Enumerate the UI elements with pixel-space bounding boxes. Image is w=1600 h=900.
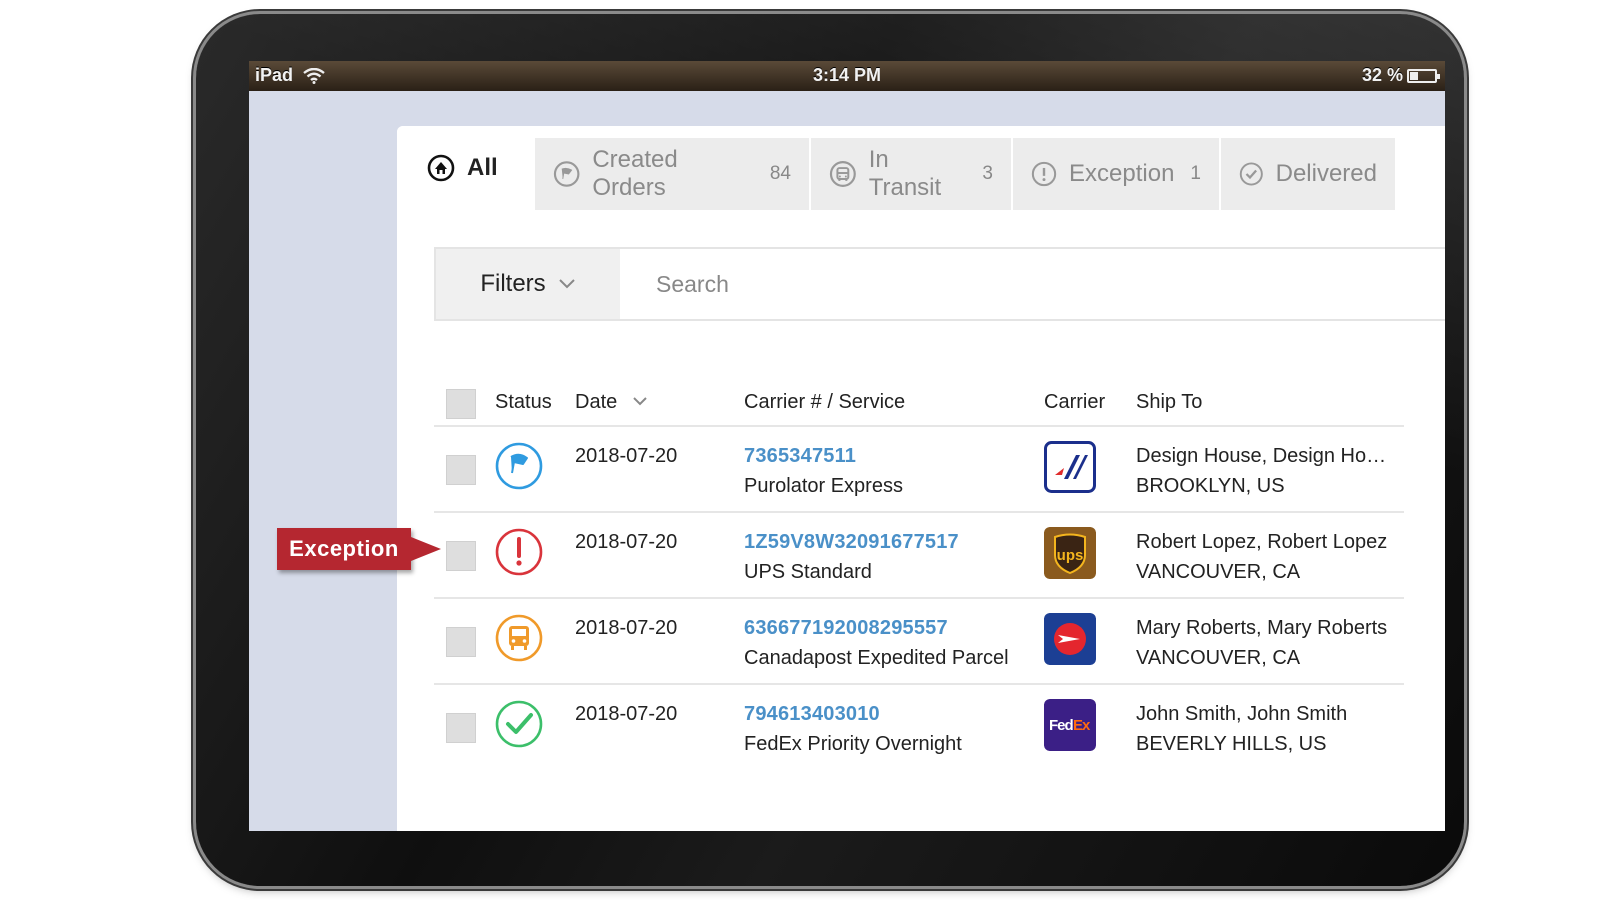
tab-exception-count: 1 — [1190, 163, 1201, 184]
header-date[interactable]: Date — [575, 391, 617, 414]
tab-created-orders-count: 84 — [769, 163, 791, 184]
tab-delivered-label: Delivered — [1275, 160, 1377, 187]
flag-circle-icon — [553, 161, 580, 187]
row-date: 2018-07-20 — [575, 617, 678, 639]
tab-in-transit[interactable]: In Transit 3 — [809, 138, 1011, 210]
row-service: UPS Standard — [744, 561, 872, 583]
ship-to-name: Mary Roberts, Mary Roberts — [1136, 617, 1388, 639]
clock: 3:14 PM — [812, 65, 882, 85]
ship-to-name: John Smith, John Smith — [1136, 703, 1348, 725]
status-tabs: All Created Orders 84 In Transit 3 Excep… — [397, 126, 1395, 210]
tab-created-orders[interactable]: Created Orders 84 — [533, 138, 809, 210]
ship-to-location: BROOKLYN, US — [1136, 475, 1285, 497]
callout-arrow — [411, 537, 441, 561]
tab-created-orders-label: Created Orders — [592, 146, 678, 201]
header-ship-to: Ship To — [1136, 391, 1203, 413]
in-transit-bus-icon — [495, 614, 543, 662]
svg-text:ups: ups — [1057, 547, 1084, 564]
table-row[interactable]: 2018-07-20 794613403010 FedEx Priority O… — [434, 685, 1404, 771]
svg-text:Fed: Fed — [1049, 717, 1074, 734]
header-carrier: Carrier — [1044, 391, 1106, 413]
created-flag-icon — [495, 442, 543, 490]
tab-in-transit-label: In Transit — [868, 146, 942, 201]
fedex-logo: Fed Ex — [1044, 699, 1096, 751]
delivered-check-icon — [495, 700, 543, 748]
ship-to-location: VANCOUVER, CA — [1136, 647, 1301, 669]
row-checkbox[interactable] — [446, 455, 476, 485]
select-all-checkbox[interactable] — [446, 389, 476, 419]
tracking-link[interactable]: 636677192008295557 — [744, 617, 948, 640]
row-checkbox[interactable] — [446, 541, 476, 571]
table-header: Status Date Carrier # / Service Carrier … — [434, 381, 1404, 427]
tracking-link[interactable]: 7365347511 — [744, 445, 856, 468]
home-icon — [427, 154, 455, 182]
battery-icon — [1407, 68, 1440, 83]
ios-status-bar: iPad 3:14 PM 32 % — [249, 61, 1445, 91]
table-row[interactable]: 2018-07-20 1Z59V8W32091677517 UPS Standa… — [434, 513, 1404, 599]
row-service: FedEx Priority Overnight — [744, 733, 962, 755]
table-row[interactable]: 2018-07-20 7365347511 Purolator Express … — [434, 427, 1404, 513]
row-service: Canadapost Expedited Parcel — [744, 647, 1009, 669]
row-date: 2018-07-20 — [575, 703, 678, 725]
filters-dropdown[interactable]: Filters — [436, 249, 620, 319]
battery-level — [1410, 71, 1419, 80]
exception-icon — [495, 528, 543, 576]
table-row[interactable]: 2018-07-20 636677192008295557 Canadapost… — [434, 599, 1404, 685]
check-circle-icon — [1239, 162, 1263, 186]
ship-to-location: VANCOUVER, CA — [1136, 561, 1301, 583]
row-date: 2018-07-20 — [575, 531, 678, 553]
ups-logo: ups — [1044, 527, 1096, 579]
exclamation-circle-icon — [1031, 161, 1057, 187]
row-service: Purolator Express — [744, 475, 903, 497]
chevron-down-icon — [558, 279, 575, 289]
tracking-link[interactable]: 1Z59V8W32091677517 — [744, 531, 959, 554]
tab-all-label: All — [467, 154, 498, 181]
tracking-link[interactable]: 794613403010 — [744, 703, 880, 726]
battery-percent: 32 % — [1361, 65, 1403, 85]
tab-in-transit-count: 3 — [982, 163, 993, 184]
row-checkbox[interactable] — [446, 713, 476, 743]
tab-exception[interactable]: Exception 1 — [1011, 138, 1219, 210]
header-carrier-service: Carrier # / Service — [744, 391, 906, 413]
bus-circle-icon — [829, 161, 856, 187]
header-status: Status — [495, 391, 552, 413]
ship-to-name: Design House, Design Ho… — [1136, 445, 1387, 467]
search-input[interactable] — [656, 270, 1445, 298]
svg-text:Ex: Ex — [1073, 717, 1091, 734]
purolator-logo — [1044, 441, 1096, 493]
exception-callout: Exception — [277, 528, 411, 570]
app-screen: All Created Orders 84 In Transit 3 Excep… — [249, 91, 1445, 831]
canadapost-logo — [1044, 613, 1096, 665]
tab-exception-label: Exception — [1069, 160, 1175, 187]
tab-all[interactable]: All — [397, 126, 533, 210]
filter-search-bar: Filters — [434, 247, 1445, 321]
row-checkbox[interactable] — [446, 627, 476, 657]
ship-to-name: Robert Lopez, Robert Lopez — [1136, 531, 1388, 553]
row-date: 2018-07-20 — [575, 445, 678, 467]
tab-delivered[interactable]: Delivered — [1219, 138, 1395, 210]
filters-label: Filters — [480, 270, 546, 297]
sort-chevron-down-icon[interactable] — [632, 396, 648, 407]
search-box — [620, 249, 1445, 319]
ship-to-location: BEVERLY HILLS, US — [1136, 733, 1327, 755]
orders-panel: All Created Orders 84 In Transit 3 Excep… — [397, 126, 1445, 831]
